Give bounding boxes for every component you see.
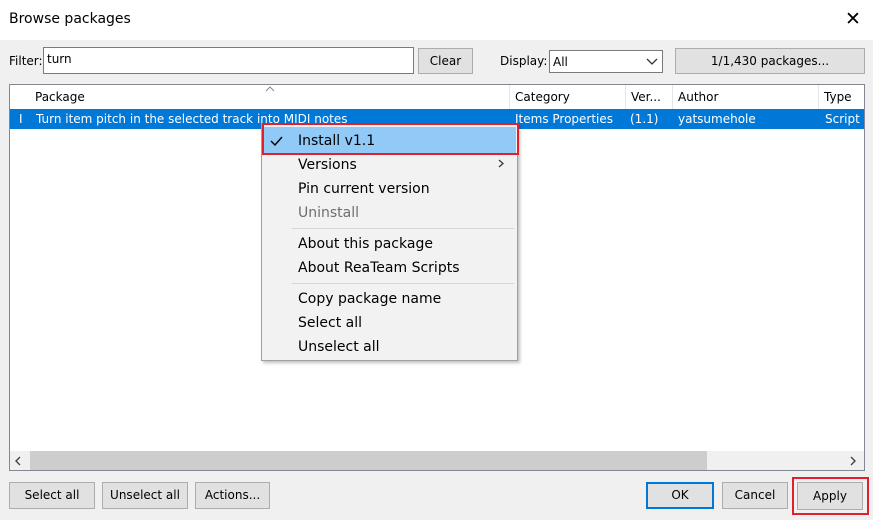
column-header-category[interactable]: Category [510, 85, 626, 109]
highlight-box-install [262, 123, 519, 155]
menu-item-pin-version[interactable]: Pin current version [298, 181, 430, 197]
scroll-right-icon[interactable] [849, 456, 857, 466]
display-label: Display: [500, 54, 548, 68]
row-status: I [19, 112, 23, 126]
menu-separator [292, 283, 514, 284]
unselect-all-button[interactable]: Unselect all [102, 482, 188, 509]
row-category: Items Properties [515, 112, 614, 126]
menu-item-versions[interactable]: Versions [262, 156, 517, 180]
row-type: Script [825, 112, 860, 126]
menu-item-copy-name[interactable]: Copy package name [298, 291, 441, 307]
submenu-arrow-icon [498, 159, 504, 168]
filter-input[interactable]: turn [43, 47, 414, 74]
menu-separator [292, 228, 514, 229]
ok-button[interactable]: OK [646, 482, 714, 509]
display-select[interactable]: All [549, 50, 663, 73]
context-menu: Install v1.1 Versions Pin current versio… [261, 123, 518, 361]
menu-item-about-repository[interactable]: About ReaTeam Scripts [298, 260, 460, 276]
packages-count-button[interactable]: 1/1,430 packages... [675, 48, 865, 74]
window-title: Browse packages [9, 11, 131, 27]
menu-item-versions-label: Versions [298, 157, 357, 173]
menu-item-uninstall: Uninstall [298, 205, 360, 221]
filter-label: Filter: [9, 54, 43, 68]
menu-item-unselect-all[interactable]: Unselect all [298, 339, 380, 355]
column-header-type[interactable]: Type [819, 85, 864, 109]
clear-button[interactable]: Clear [418, 48, 473, 74]
cancel-button[interactable]: Cancel [722, 482, 788, 509]
column-header-package[interactable]: Package [30, 85, 510, 109]
menu-item-select-all[interactable]: Select all [298, 315, 362, 331]
title-bar [0, 0, 873, 40]
column-header-author[interactable]: Author [673, 85, 819, 109]
scrollbar-thumb[interactable] [30, 451, 707, 470]
filter-input-value: turn [47, 52, 72, 66]
row-author: yatsumehole [678, 112, 756, 126]
row-version: (1.1) [630, 112, 659, 126]
actions-button[interactable]: Actions... [195, 482, 270, 509]
highlight-box-apply [792, 477, 869, 515]
display-select-value: All [553, 55, 568, 69]
close-icon[interactable]: ✕ [842, 8, 864, 30]
chevron-down-icon [646, 58, 658, 65]
select-all-button[interactable]: Select all [9, 482, 95, 509]
column-header-version[interactable]: Ver... [626, 85, 673, 109]
menu-item-about-package[interactable]: About this package [298, 236, 433, 252]
scroll-left-icon[interactable] [14, 456, 22, 466]
